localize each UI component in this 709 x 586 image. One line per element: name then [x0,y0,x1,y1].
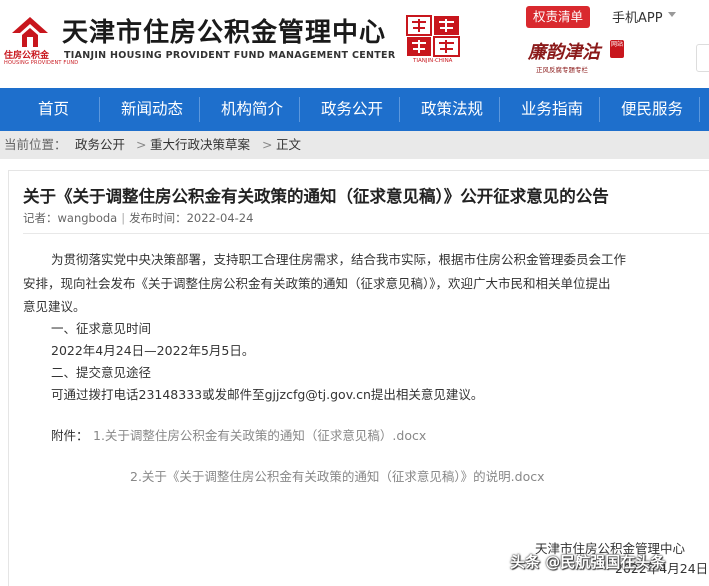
breadcrumb-item-current: 正文 [276,137,302,152]
article-paragraph: 安排，现向社会发布《关于调整住房公积金有关政策的通知（征求意见稿）》，欢迎广大市… [23,276,611,291]
nav-item-gov-affairs[interactable]: 政务公开 [321,88,383,131]
breadcrumb-separator: > [262,137,273,152]
nav-item-services[interactable]: 便民服务 [621,88,683,131]
nav-item-policies[interactable]: 政策法规 [421,88,483,131]
nav-item-home[interactable]: 首页 [38,88,69,131]
promo-title: 廉韵津沽 [528,42,600,63]
chevron-down-icon[interactable] [668,12,676,17]
nav-item-news[interactable]: 新闻动态 [121,88,183,131]
promo-subtitle: 正风反腐专題专栏 [536,66,588,74]
nav-divider [299,97,300,122]
attachments-label: 附件： [51,428,89,443]
integrity-promo-banner[interactable]: 廉韵津沽 网站 正风反腐专題专栏 [528,38,628,78]
power-list-button[interactable]: 权责清单 [526,6,590,28]
section-heading: 二、提交意见途径 [51,365,152,380]
watermark: 头条 @民航强国在头条 [510,553,666,571]
article-date: 发布时间：2022-04-24 [129,211,254,225]
breadcrumb-item-gov-affairs[interactable]: 政务公开 [75,131,125,159]
article-title: 关于《关于调整住房公积金有关政策的通知（征求意见稿）》公开征求意见的公告 [23,187,609,206]
breadcrumb-separator: > [136,137,147,152]
main-nav: 首页 新闻动态 机构简介 政务公开 政策法规 业务指南 便民服务 [0,88,709,131]
attachment-link-2[interactable]: 2.关于《关于调整住房公积金有关政策的通知（征求意见稿）》的说明.docx [130,466,545,485]
breadcrumb-prefix: 当前位置： [4,137,67,152]
site-title[interactable]: 天津市住房公积金管理中心 [62,12,386,49]
breadcrumb: 当前位置： 政务公开 > 重大行政决策草案 > 正文 [0,131,709,159]
tianjin-seal-icon [406,15,460,57]
breadcrumb-item-drafts[interactable]: 重大行政决策草案 [150,131,250,159]
site-title-en: TIANJIN HOUSING PROVIDENT FUND MANAGEMEN… [64,50,396,61]
mobile-app-link[interactable]: 手机APP [612,7,663,26]
article-paragraph: 意见建议。 [23,299,86,314]
article-author: 记者：wangboda [23,211,118,225]
nav-divider [599,97,600,122]
housing-fund-logo-icon[interactable] [10,15,50,49]
section-heading: 一、征求意见时间 [51,321,152,336]
nav-divider [99,97,100,122]
search-input[interactable] [696,44,709,72]
article-paragraph: 为贯彻落实党中央决策部署，支持职工合理住房需求，结合我市实际，根据市住房公积金管… [51,252,627,267]
nav-divider [199,97,200,122]
divider [23,233,709,234]
nav-item-about[interactable]: 机构简介 [221,88,283,131]
nav-divider [399,97,400,122]
section-body: 2022年4月24日—2022年5月5日。 [51,343,255,358]
site-header: 住房公积金 HOUSING PROVIDENT FUND 天津市住房公积金管理中… [0,0,709,88]
nav-divider [499,97,500,122]
nav-divider [699,97,700,122]
section-body: 可通过拨打电话23148333或发邮件至gjjzcfg@tj.gov.cn提出相… [51,387,484,402]
nav-item-business-guide[interactable]: 业务指南 [521,88,583,131]
promo-badge: 网站 [610,40,624,58]
meta-divider: | [121,211,126,225]
article-meta: 记者：wangboda | 发布时间：2022-04-24 [23,210,253,226]
attachment-link-1[interactable]: 1.关于调整住房公积金有关政策的通知（征求意见稿）.docx [93,425,426,444]
seal-caption: TIANJIN·CHINA [413,58,453,64]
